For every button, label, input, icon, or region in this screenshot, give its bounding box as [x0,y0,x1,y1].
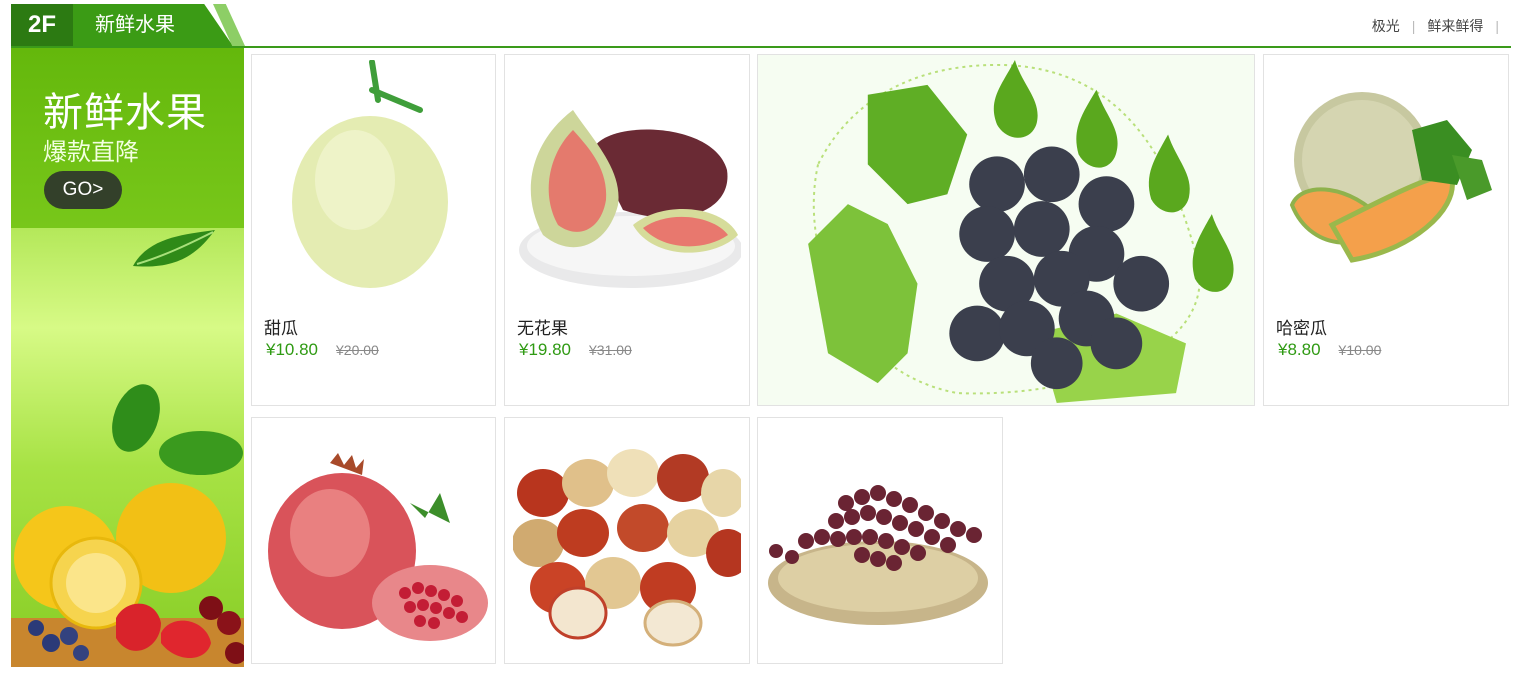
product-old-price: ¥20.00 [336,342,379,358]
product-name: 甜瓜 [264,319,298,338]
grapes-feature-image [808,59,1234,404]
red-grapes-image [768,485,988,625]
pomegranate-image [268,453,488,641]
product-card-pomegranate[interactable] [251,417,496,664]
price-row: ¥19.80 ¥31.00 [519,340,632,360]
product-price: ¥8.80 [1278,340,1321,359]
jujube-image [513,449,741,647]
product-old-price: ¥10.00 [1338,342,1382,358]
floor-title: 新鲜水果 [73,4,233,46]
floor-link-jiguang[interactable]: 极光 [1372,16,1400,36]
product-price: ¥10.80 [266,340,318,359]
product-old-price: ¥31.00 [589,342,632,358]
fruit-basket-image [11,384,244,667]
promo-subtitle: 爆款直降 [43,139,139,166]
hami-melon-image [1289,92,1492,263]
floor-link-xianlai[interactable]: 鲜来鲜得 [1427,16,1483,36]
promo-title: 新鲜水果 [43,90,207,136]
promo-banner[interactable]: 新鲜水果 爆款直降 GO> [11,48,244,667]
fig-image [519,110,741,288]
floor-links: 极光 | 鲜来鲜得 | [1372,16,1511,36]
product-card-melon[interactable]: 甜瓜 ¥10.80 ¥20.00 [251,54,496,406]
product-card-hami-melon[interactable]: 哈密瓜 ¥8.80 ¥10.00 [1263,54,1509,406]
product-card-red-grapes[interactable] [757,417,1003,664]
price-row: ¥8.80 ¥10.00 [1278,340,1381,360]
leaf-icon [133,230,215,267]
product-price: ¥19.80 [519,340,571,359]
link-separator: | [1411,18,1416,34]
link-separator: | [1495,18,1499,34]
promo-go-button[interactable]: GO> [44,171,122,209]
product-name: 哈密瓜 [1276,319,1327,338]
product-card-jujube[interactable] [504,417,750,664]
price-row: ¥10.80 ¥20.00 [266,340,379,360]
grapes-feature-banner[interactable] [757,54,1255,406]
floor-number: 2F [11,4,73,46]
product-name: 无花果 [517,319,568,338]
floor-header: 2F 新鲜水果 极光 | 鲜来鲜得 | [11,4,1511,48]
melon-image [292,60,448,288]
product-card-fig[interactable]: 无花果 ¥19.80 ¥31.00 [504,54,750,406]
